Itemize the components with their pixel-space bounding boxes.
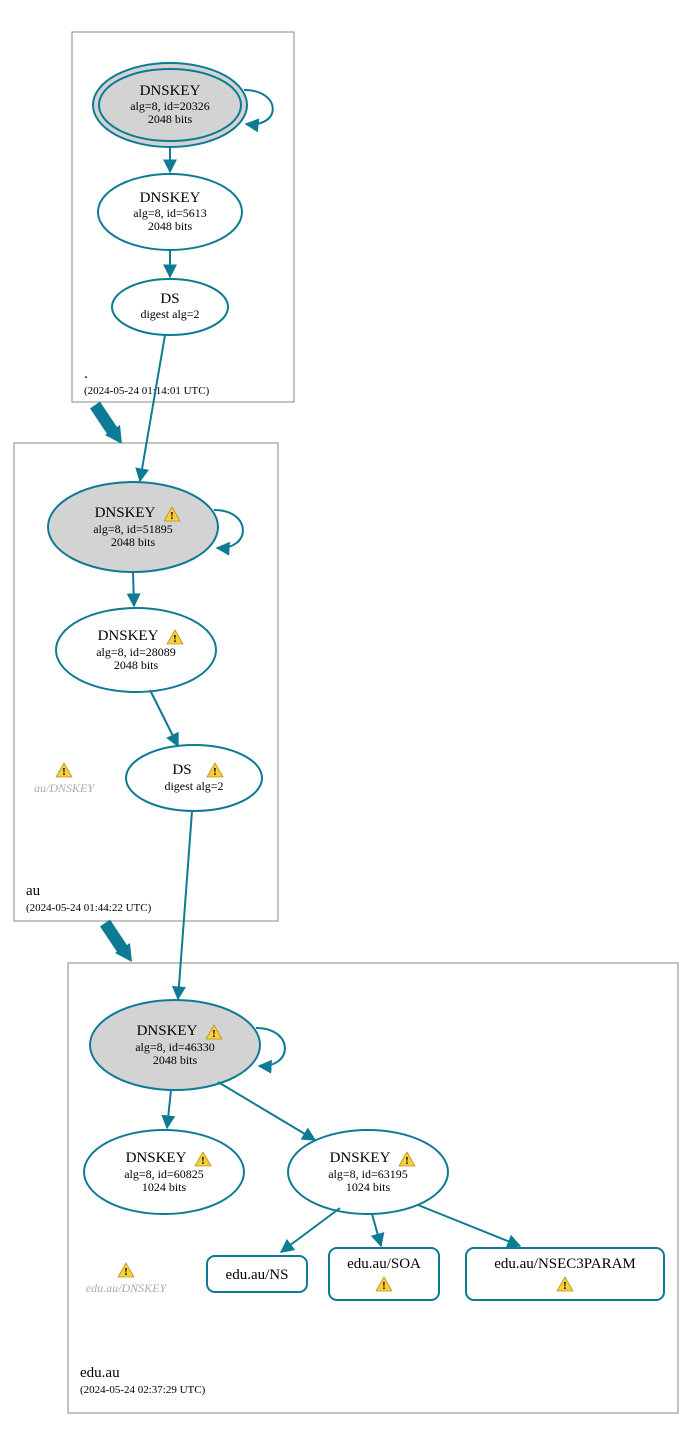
svg-text:2048 bits: 2048 bits (153, 1053, 198, 1067)
node-rr-soa[interactable]: edu.au/SOA (329, 1248, 439, 1300)
node-edu-zsk2[interactable]: DNSKEY alg=8, id=63195 1024 bits (288, 1130, 448, 1214)
node-rr-ns[interactable]: edu.au/NS (207, 1256, 307, 1292)
edge-root-ksk-self (244, 90, 273, 124)
edge-zone-root-au (95, 405, 113, 432)
node-rr-nsec3[interactable]: edu.au/NSEC3PARAM (466, 1248, 664, 1300)
side-warning-edu: edu.au/DNSKEY (86, 1263, 168, 1295)
svg-text:alg=8, id=28089: alg=8, id=28089 (96, 645, 176, 659)
svg-text:au/DNSKEY: au/DNSKEY (34, 781, 95, 795)
svg-text:alg=8, id=51895: alg=8, id=51895 (93, 522, 173, 536)
zone-au-time: (2024-05-24 01:44:22 UTC) (26, 902, 152, 914)
svg-text:DS: DS (172, 762, 191, 778)
edge-zsk2-soa (372, 1214, 381, 1246)
node-root-zsk[interactable]: DNSKEY alg=8, id=5613 2048 bits (98, 174, 242, 250)
node-root-ksk[interactable]: DNSKEY alg=8, id=20326 2048 bits (93, 63, 247, 147)
svg-text:DNSKEY: DNSKEY (137, 1023, 198, 1039)
zone-au: au (2024-05-24 01:44:22 UTC) DNSKEY alg=… (14, 335, 278, 921)
svg-text:alg=8, id=5613: alg=8, id=5613 (133, 206, 207, 220)
svg-text:2048 bits: 2048 bits (148, 112, 193, 126)
edge-zsk2-nsec3 (418, 1205, 520, 1246)
node-root-ds[interactable]: DS digest alg=2 (112, 279, 228, 335)
edge-au-ds-edu-ksk (178, 811, 192, 999)
svg-text:edu.au/SOA: edu.au/SOA (347, 1256, 421, 1272)
dnssec-graph: ! . (2024-05-24 01:14:01 UTC) DNSKEY alg… (0, 0, 692, 1433)
svg-text:DNSKEY: DNSKEY (140, 190, 201, 206)
svg-text:edu.au/NSEC3PARAM: edu.au/NSEC3PARAM (494, 1256, 636, 1272)
side-warning-au: au/DNSKEY (34, 763, 95, 795)
svg-text:DS: DS (160, 291, 179, 307)
svg-text:1024 bits: 1024 bits (346, 1180, 391, 1194)
svg-text:DNSKEY: DNSKEY (95, 505, 156, 521)
warning-icon (118, 1263, 134, 1278)
svg-text:edu.au/NS: edu.au/NS (226, 1267, 289, 1283)
node-au-zsk[interactable]: DNSKEY alg=8, id=28089 2048 bits (56, 608, 216, 692)
svg-text:DNSKEY: DNSKEY (140, 83, 201, 99)
svg-text:2048 bits: 2048 bits (114, 658, 159, 672)
svg-text:alg=8, id=60825: alg=8, id=60825 (124, 1167, 204, 1181)
node-au-ds[interactable]: DS digest alg=2 (126, 745, 262, 811)
svg-text:alg=8, id=46330: alg=8, id=46330 (135, 1040, 215, 1054)
zone-root-time: (2024-05-24 01:14:01 UTC) (84, 385, 210, 397)
svg-text:edu.au/DNSKEY: edu.au/DNSKEY (86, 1281, 168, 1295)
edge-edu-ksk-zsk1 (167, 1090, 171, 1128)
edge-au-zsk-ds (150, 690, 178, 746)
edge-zsk2-ns (281, 1208, 340, 1252)
zone-edu-time: (2024-05-24 02:37:29 UTC) (80, 1384, 206, 1396)
edge-au-ksk-zsk (133, 572, 134, 606)
svg-text:alg=8, id=20326: alg=8, id=20326 (130, 99, 210, 113)
svg-text:DNSKEY: DNSKEY (330, 1150, 391, 1166)
node-au-ksk[interactable]: DNSKEY alg=8, id=51895 2048 bits (48, 482, 218, 572)
edge-zone-au-edu (105, 923, 123, 950)
zone-root: . (2024-05-24 01:14:01 UTC) DNSKEY alg=8… (72, 32, 294, 402)
node-edu-ksk[interactable]: DNSKEY alg=8, id=46330 2048 bits (90, 1000, 260, 1090)
zone-au-title: au (26, 883, 41, 899)
svg-text:DNSKEY: DNSKEY (126, 1150, 187, 1166)
warning-icon (56, 763, 72, 778)
svg-text:DNSKEY: DNSKEY (98, 628, 159, 644)
svg-text:2048 bits: 2048 bits (111, 535, 156, 549)
svg-text:digest alg=2: digest alg=2 (164, 779, 223, 793)
zone-edu-title: edu.au (80, 1365, 120, 1381)
edge-edu-ksk-zsk2 (218, 1082, 315, 1140)
svg-text:1024 bits: 1024 bits (142, 1180, 187, 1194)
svg-text:2048 bits: 2048 bits (148, 219, 193, 233)
zone-root-title: . (84, 366, 88, 382)
zone-edu-au: edu.au (2024-05-24 02:37:29 UTC) DNSKEY … (68, 811, 678, 1413)
node-edu-zsk1[interactable]: DNSKEY alg=8, id=60825 1024 bits (84, 1130, 244, 1214)
svg-text:alg=8, id=63195: alg=8, id=63195 (328, 1167, 408, 1181)
svg-text:digest alg=2: digest alg=2 (140, 307, 199, 321)
edge-root-ds-au-ksk (140, 335, 165, 481)
